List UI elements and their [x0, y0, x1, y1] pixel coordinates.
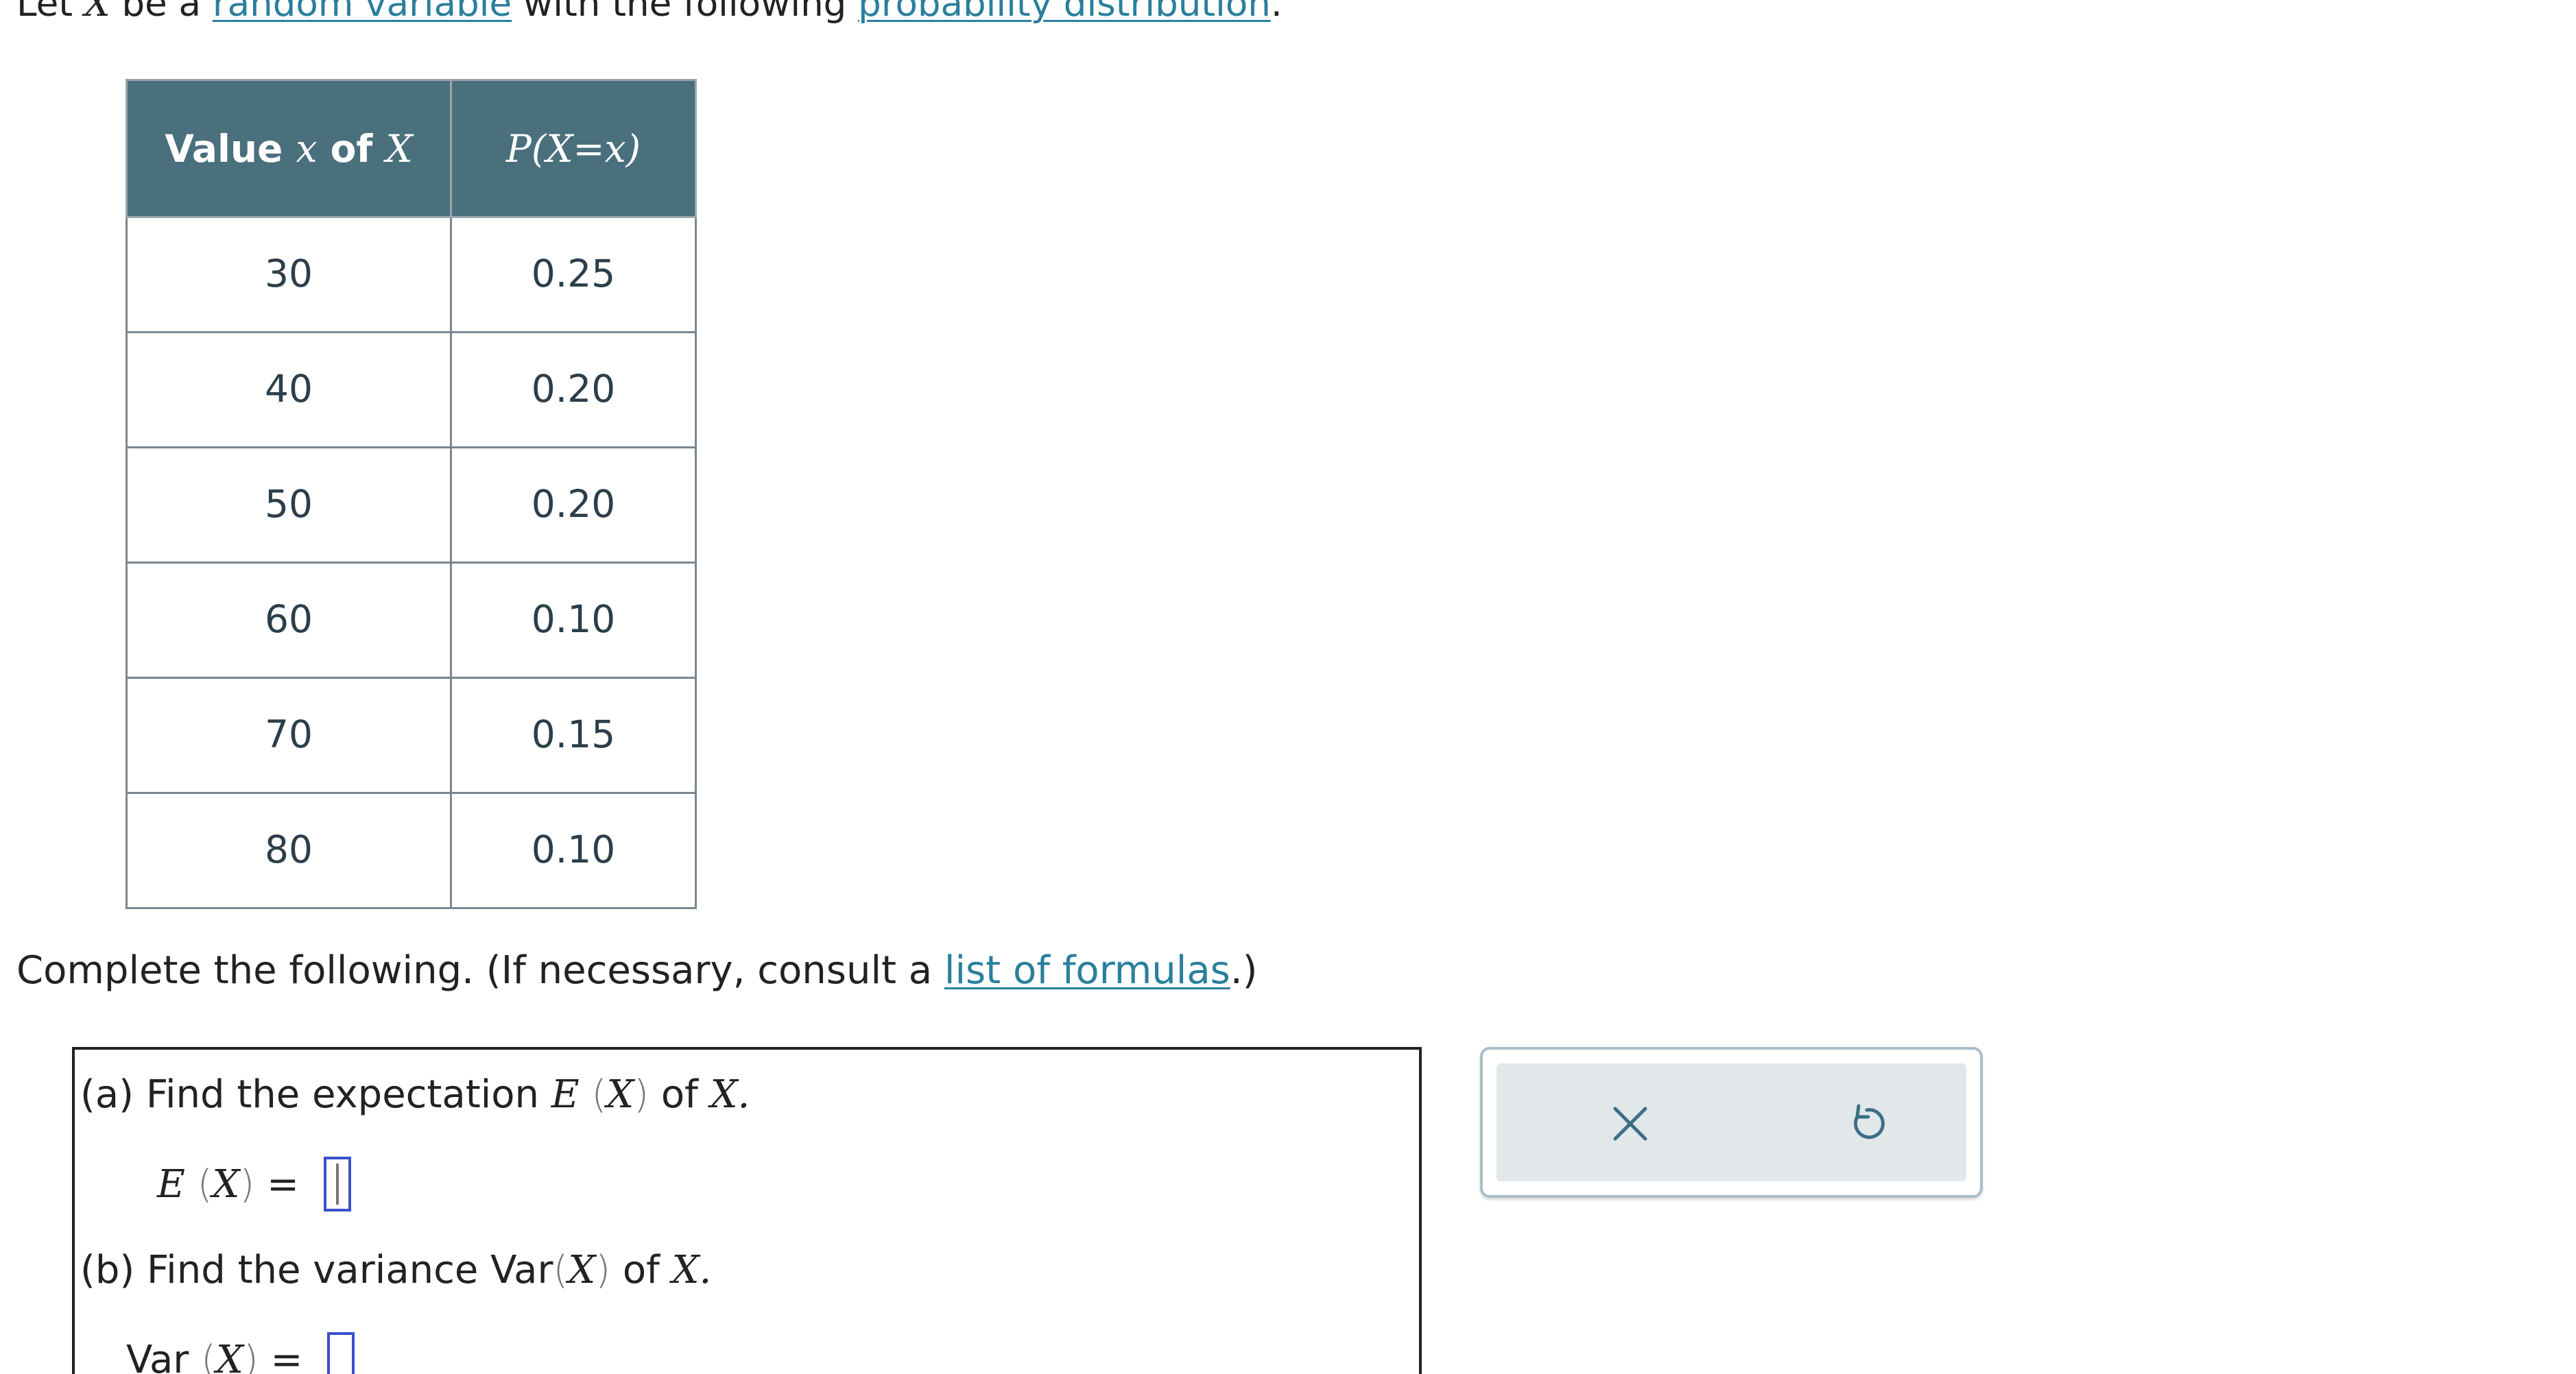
- math-x: X: [212, 1162, 240, 1207]
- probability-cell: 0.25: [450, 216, 697, 333]
- question-b-text: (b) Find the variance Var: [80, 1248, 553, 1292]
- probability-text: 0.10: [531, 827, 616, 871]
- equals-sign: =: [270, 1338, 303, 1374]
- probability-text: 0.25: [531, 251, 616, 296]
- value-x-text: 70: [265, 712, 313, 756]
- intro-text-part: with the following: [512, 0, 859, 25]
- intro-text-part: be a: [110, 0, 213, 25]
- probability-cell: 0.15: [450, 677, 697, 794]
- question-a: (a) Find the expectation E (X) of X.: [80, 1072, 750, 1117]
- question-b-text: of: [610, 1248, 672, 1292]
- equals-sign: =: [267, 1162, 300, 1207]
- header-text: Value: [165, 126, 296, 171]
- answer-tools-bar: [1496, 1063, 1966, 1181]
- probability-cell: 0.10: [450, 562, 697, 679]
- table-row: 70 0.15: [126, 677, 697, 794]
- table-row: 30 0.25: [126, 216, 697, 333]
- math-e: E: [157, 1162, 185, 1207]
- table-row: 40 0.20: [126, 331, 697, 448]
- header-math: x: [296, 126, 318, 171]
- variable-x: X: [84, 0, 110, 25]
- expectation-equation: E (X) =: [157, 1157, 351, 1214]
- math-x: X: [606, 1072, 634, 1117]
- header-math: X: [385, 126, 413, 171]
- variance-equation: Var (X) =: [126, 1332, 355, 1374]
- table-row: 80 0.10: [126, 792, 697, 909]
- header-math: P(X=x): [505, 126, 641, 171]
- probability-text: 0.10: [531, 596, 616, 641]
- instructions-part: .): [1230, 948, 1258, 993]
- value-x-cell: 60: [126, 562, 452, 679]
- value-x-cell: 70: [126, 677, 452, 794]
- instructions-text: Complete the following. (If necessary, c…: [16, 946, 1257, 996]
- value-x-text: 30: [265, 251, 313, 296]
- clear-button[interactable]: [1596, 1089, 1665, 1158]
- close-icon: [1613, 1107, 1647, 1141]
- probability-text: 0.20: [531, 481, 616, 526]
- probability-cell: 0.20: [450, 331, 697, 448]
- probability-distribution-table: Value x of X P(X=x) 30 0.25 40 0.20 50 0.20 60…: [126, 79, 697, 909]
- table-row: 50 0.20: [126, 446, 697, 564]
- math-x: X: [215, 1338, 243, 1374]
- table-header-row: Value x of X P(X=x): [126, 79, 697, 218]
- value-x-text: 80: [265, 827, 313, 871]
- header-text: of: [317, 126, 386, 171]
- var-label: Var: [126, 1338, 189, 1374]
- intro-text-part: .: [1270, 0, 1283, 25]
- random-variable-link[interactable]: random variable: [213, 0, 512, 25]
- math-x: X: [568, 1248, 596, 1292]
- variance-answer-input[interactable]: [327, 1332, 355, 1374]
- value-x-text: 50: [265, 481, 313, 526]
- undo-icon: [1854, 1104, 1885, 1140]
- header-value-x: Value x of X: [126, 79, 452, 218]
- probability-cell: 0.10: [450, 792, 697, 909]
- instructions-part: Complete the following. (If necessary, c…: [16, 948, 944, 993]
- probability-text: 0.20: [531, 366, 616, 411]
- value-x-cell: 50: [126, 446, 452, 564]
- undo-button[interactable]: [1833, 1089, 1901, 1158]
- table-row: 60 0.10: [126, 562, 697, 679]
- value-x-cell: 30: [126, 216, 452, 333]
- header-probability: P(X=x): [450, 79, 697, 218]
- question-b: (b) Find the variance Var(X) of X.: [80, 1248, 712, 1292]
- math-e: E: [551, 1072, 580, 1117]
- expectation-answer-input[interactable]: [323, 1157, 351, 1212]
- question-a-text: (a) Find the expectation: [80, 1072, 551, 1117]
- value-x-text: 60: [265, 596, 313, 641]
- probability-cell: 0.20: [450, 446, 697, 564]
- math-x: X.: [671, 1248, 712, 1292]
- probability-distribution-link[interactable]: probability distribution: [858, 0, 1271, 25]
- probability-text: 0.15: [531, 712, 616, 756]
- list-of-formulas-link[interactable]: list of formulas: [944, 948, 1230, 993]
- question-box: (a) Find the expectation E (X) of X. E (…: [72, 1047, 1422, 1374]
- math-x: X.: [710, 1072, 750, 1117]
- value-x-cell: 40: [126, 331, 452, 448]
- intro-text-part: Let: [16, 0, 84, 25]
- value-x-cell: 80: [126, 792, 452, 909]
- value-x-text: 40: [265, 366, 313, 411]
- question-a-text: of: [649, 1072, 711, 1117]
- intro-text: Let X be a random variable with the foll…: [16, 0, 1283, 29]
- answer-tools-panel: [1480, 1047, 1983, 1198]
